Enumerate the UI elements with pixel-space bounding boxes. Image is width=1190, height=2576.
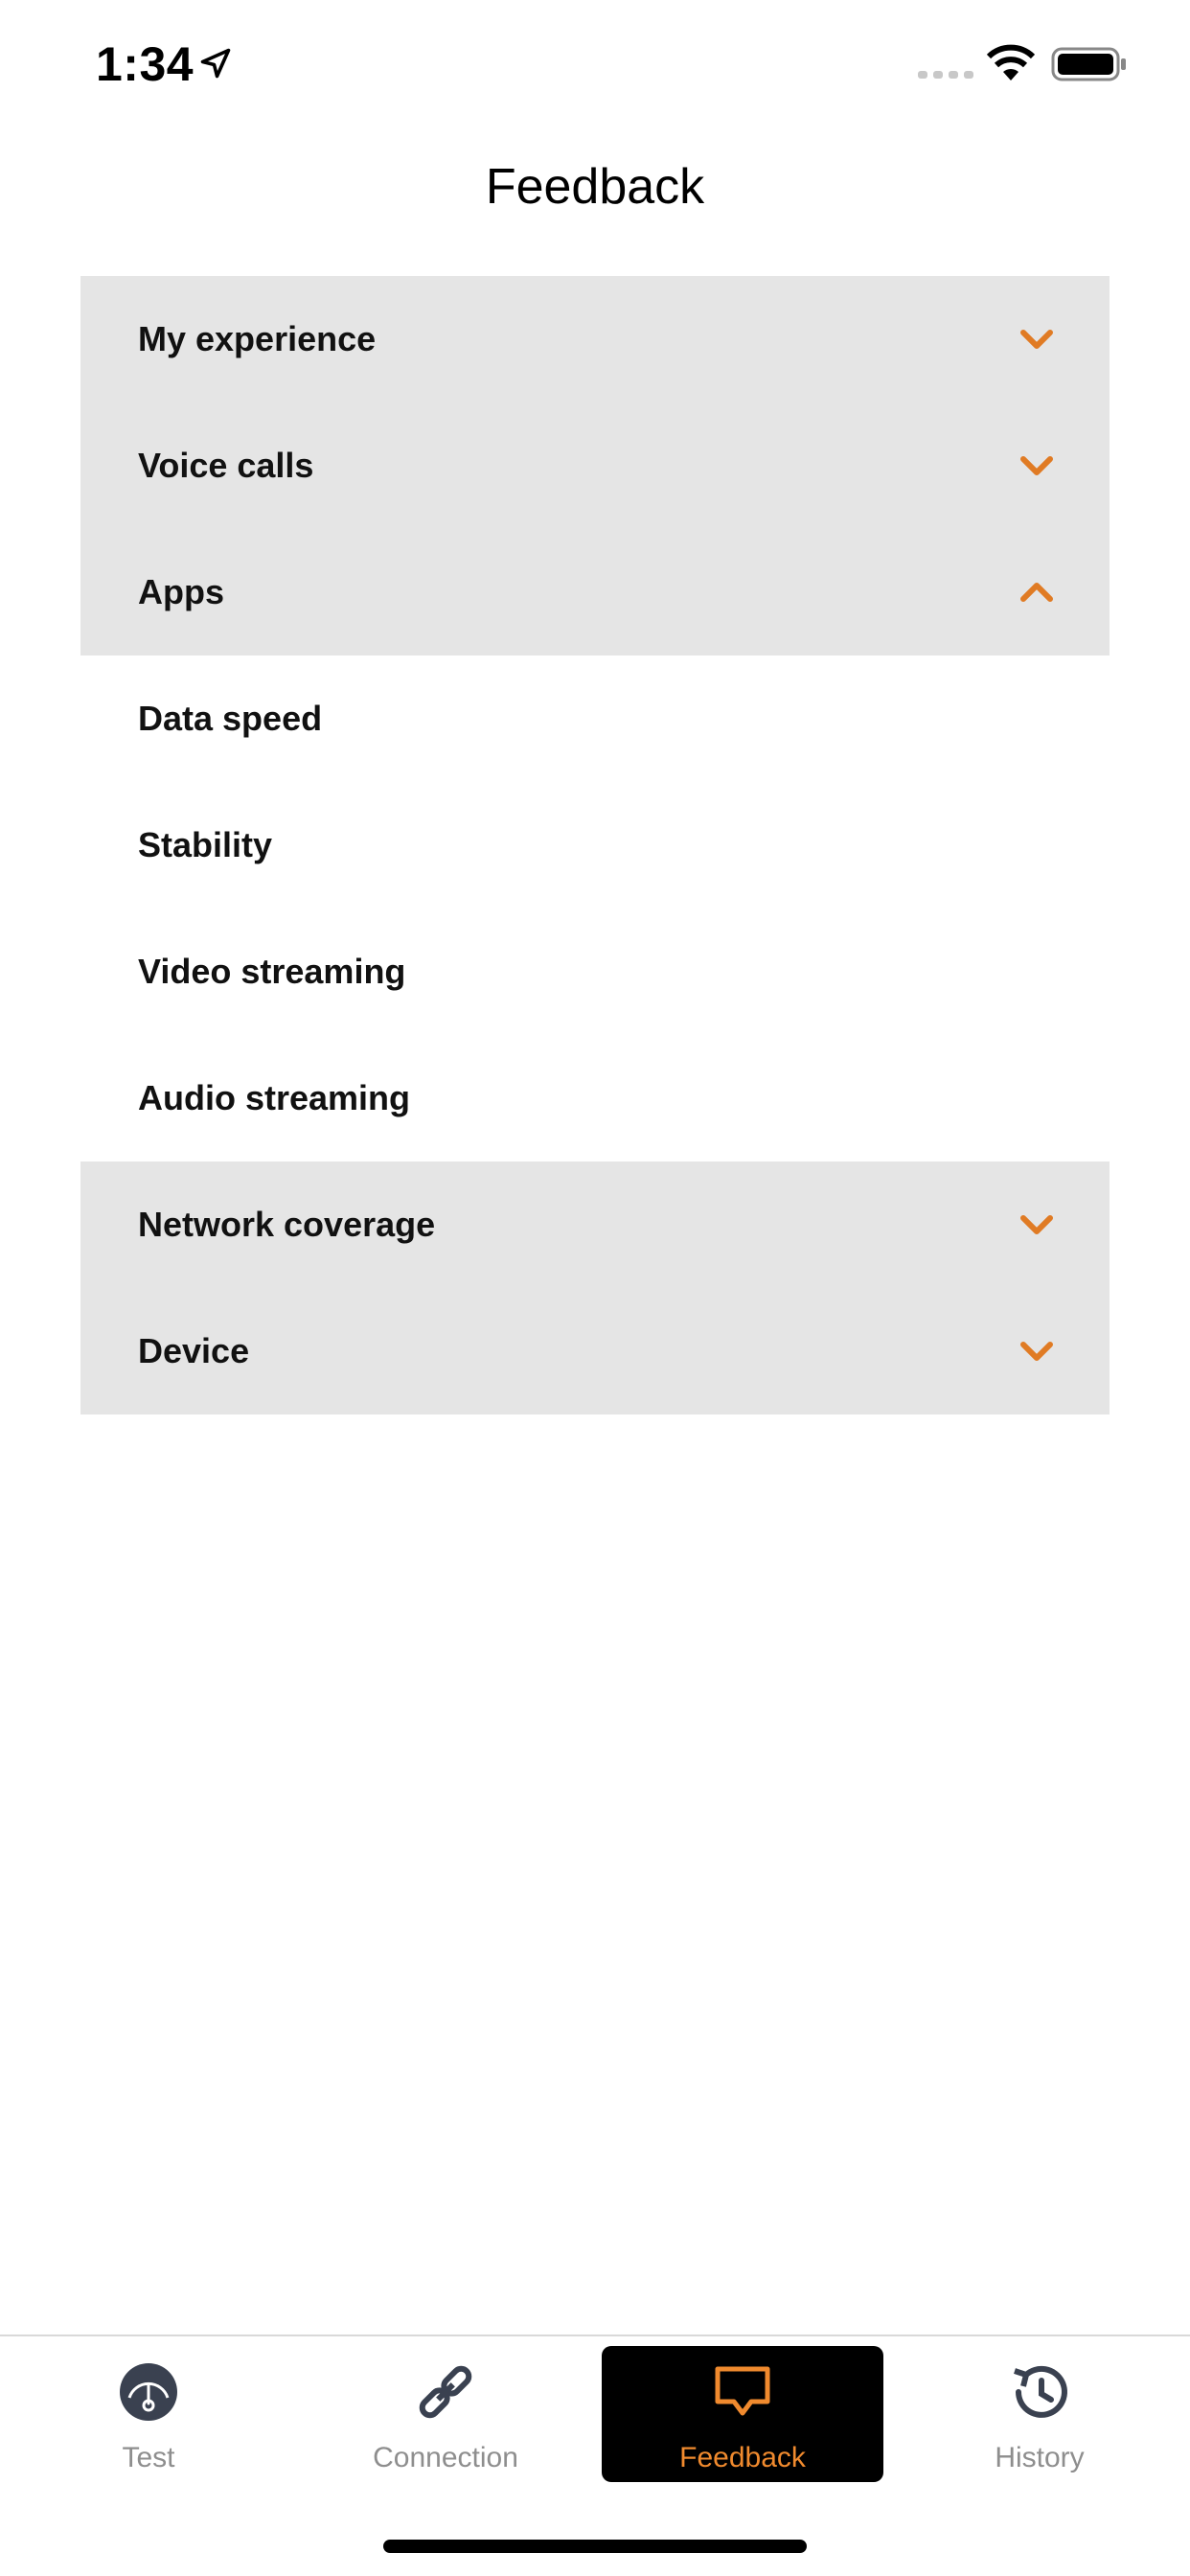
home-indicator <box>383 2540 807 2553</box>
subcategory-label: Data speed <box>138 699 323 738</box>
location-arrow-icon <box>200 48 231 79</box>
subcategory-stability[interactable]: Stability <box>80 782 1110 908</box>
category-label: Network coverage <box>138 1205 436 1244</box>
tab-label: Test <box>122 2442 175 2473</box>
subcategory-data-speed[interactable]: Data speed <box>80 656 1110 782</box>
chevron-down-icon <box>1020 1215 1053 1234</box>
chevron-up-icon <box>1020 583 1053 602</box>
gauge-icon <box>120 2363 177 2421</box>
category-apps[interactable]: Apps <box>80 529 1110 656</box>
category-device[interactable]: Device <box>80 1288 1110 1414</box>
chevron-down-icon <box>1020 330 1053 349</box>
feedback-category-list: My experience Voice calls Apps Data spee… <box>80 276 1110 1414</box>
chevron-down-icon <box>1020 1342 1053 1361</box>
chevron-down-icon <box>1020 456 1053 475</box>
history-icon <box>1014 2365 1067 2418</box>
tab-label: Connection <box>373 2442 518 2473</box>
page-title: Feedback <box>485 159 705 215</box>
category-label: My experience <box>138 319 377 358</box>
category-voice-calls[interactable]: Voice calls <box>80 402 1110 529</box>
subcategory-label: Audio streaming <box>138 1078 411 1117</box>
category-label: Apps <box>138 572 224 611</box>
tab-connection[interactable]: Connection <box>305 2346 586 2482</box>
tab-label: History <box>995 2442 1085 2473</box>
tab-test[interactable]: Test <box>8 2346 289 2482</box>
category-network-coverage[interactable]: Network coverage <box>80 1162 1110 1288</box>
status-bar: 1:34 <box>0 0 1190 129</box>
subcategory-video-streaming[interactable]: Video streaming <box>80 908 1110 1035</box>
category-label: Voice calls <box>138 446 314 485</box>
status-time: 1:34 <box>96 37 195 91</box>
tab-history[interactable]: History <box>899 2346 1180 2482</box>
subcategory-label: Stability <box>138 825 273 864</box>
battery-icon <box>1051 47 1126 81</box>
subcategory-label: Video streaming <box>138 952 406 991</box>
speech-bubble-icon <box>715 2366 770 2416</box>
tab-label: Feedback <box>679 2442 806 2473</box>
tab-feedback[interactable]: Feedback <box>602 2346 883 2482</box>
category-label: Device <box>138 1331 250 1370</box>
signal-icon <box>918 71 973 79</box>
link-icon <box>419 2365 472 2419</box>
wifi-icon <box>986 44 1036 80</box>
subcategory-audio-streaming[interactable]: Audio streaming <box>80 1035 1110 1162</box>
category-my-experience[interactable]: My experience <box>80 276 1110 402</box>
